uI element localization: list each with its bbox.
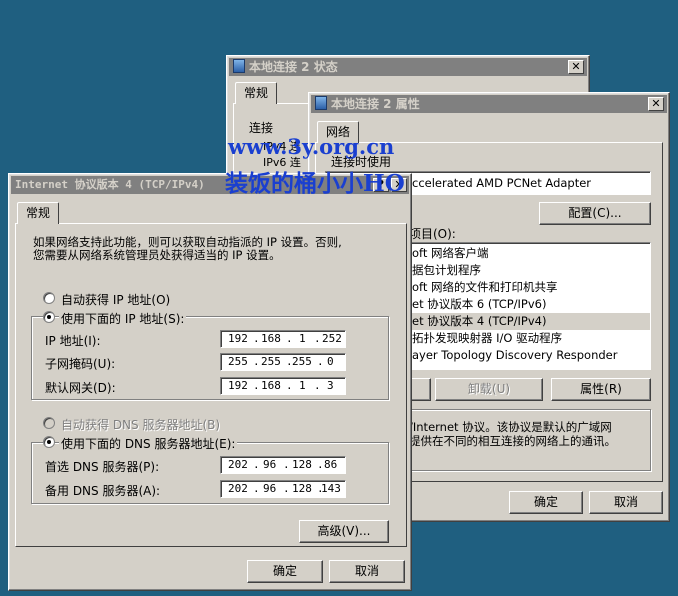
list-item[interactable]: ayer Topology Discovery Responder: [410, 347, 650, 364]
ipv4-title: Internet 协议版本 4 (TCP/IPv4): [15, 178, 205, 191]
auto-ip-label: 自动获得 IP 地址(O): [61, 293, 171, 307]
watermark-url: www.3y.org.cn: [228, 134, 395, 159]
ip-octet-3: 1: [299, 332, 306, 345]
intro-line-2: 您需要从网络系统管理员处获得适当的 IP 设置。: [33, 248, 281, 262]
ipv4-ok-button[interactable]: 确定: [247, 560, 323, 583]
pdns-octet-3: 128: [292, 458, 312, 471]
ip-address-field[interactable]: 192. 168. 1. 252: [220, 330, 346, 348]
list-item[interactable]: oft 网络的文件和打印机共享: [410, 279, 650, 296]
subnet-mask-field[interactable]: 255. 255. 255. 0: [220, 353, 346, 371]
properties-title: 本地连接 2 属性: [331, 97, 420, 111]
status-close-button[interactable]: ✕: [568, 60, 584, 74]
adns-octet-2: 96: [263, 482, 277, 495]
subnet-octet-1: 255: [228, 355, 248, 368]
subnet-label: 子网掩码(U):: [45, 357, 116, 371]
list-item[interactable]: oft 网络客户端: [410, 245, 650, 262]
pdns-octet-4: 86: [324, 458, 338, 471]
list-item-selected[interactable]: et 协议版本 4 (TCP/IPv4): [410, 313, 650, 330]
properties-ok-button[interactable]: 确定: [509, 491, 583, 514]
ipv4-window: Internet 协议版本 4 (TCP/IPv4) ? ✕ 常规 如果网络支持…: [8, 173, 412, 591]
gateway-octet-1: 192: [228, 379, 248, 392]
ip-octet-4: 252: [322, 332, 342, 345]
ip-label: IP 地址(I):: [45, 334, 101, 348]
list-item[interactable]: 拓扑发现映射器 I/O 驱动程序: [410, 330, 650, 347]
manual-ip-label: 使用下面的 IP 地址(S):: [59, 310, 187, 327]
subnet-octet-4: 0: [327, 355, 334, 368]
gateway-octet-2: 168: [261, 379, 281, 392]
manual-ip-radio[interactable]: [43, 311, 55, 323]
subnet-octet-2: 255: [261, 355, 281, 368]
status-title: 本地连接 2 状态: [249, 60, 338, 74]
network-icon: [233, 59, 245, 73]
auto-dns-radio[interactable]: [43, 417, 55, 429]
ip-octet-1: 192: [228, 332, 248, 345]
adns-octet-4: 143: [321, 482, 341, 495]
uninstall-button[interactable]: 卸载(U): [435, 378, 543, 401]
pdns-octet-1: 202: [228, 458, 248, 471]
advanced-button[interactable]: 高级(V)...: [299, 520, 389, 543]
status-titlebar[interactable]: 本地连接 2 状态: [229, 58, 587, 76]
subnet-octet-3: 255: [292, 355, 312, 368]
gateway-label: 默认网关(D):: [45, 381, 116, 395]
network-icon: [315, 96, 327, 110]
preferred-dns-label: 首选 DNS 服务器(P):: [45, 460, 160, 474]
auto-ip-radio[interactable]: [43, 292, 55, 304]
preferred-dns-field[interactable]: 202. 96. 128. 86: [220, 456, 346, 474]
description-line-2: 提供在不同的相互连接的网络上的通讯。: [409, 434, 616, 448]
ip-octet-2: 168: [261, 332, 281, 345]
status-tab-general[interactable]: 常规: [235, 82, 278, 104]
watermark-text: 装饭的桶小小HO: [225, 170, 405, 197]
ipv4-tab-general[interactable]: 常规: [17, 202, 60, 224]
pdns-octet-2: 96: [263, 458, 277, 471]
properties-close-button[interactable]: ✕: [648, 97, 664, 111]
manual-dns-radio[interactable]: [43, 436, 55, 448]
gateway-octet-4: 3: [327, 379, 334, 392]
items-label: 项目(O):: [409, 227, 456, 241]
list-item[interactable]: et 协议版本 6 (TCP/IPv6): [410, 296, 650, 313]
properties-button[interactable]: 属性(R): [551, 378, 651, 401]
configure-button[interactable]: 配置(C)...: [539, 202, 651, 225]
list-item[interactable]: 据包计划程序: [410, 262, 650, 279]
auto-dns-label: 自动获得 DNS 服务器地址(B): [61, 418, 221, 432]
adns-octet-3: 128: [292, 482, 312, 495]
properties-tab-network[interactable]: 网络: [317, 121, 360, 143]
manual-dns-label: 使用下面的 DNS 服务器地址(E):: [59, 435, 238, 452]
adns-octet-1: 202: [228, 482, 248, 495]
ipv4-cancel-button[interactable]: 取消: [329, 560, 405, 583]
gateway-field[interactable]: 192. 168. 1. 3: [220, 377, 346, 395]
alternate-dns-field[interactable]: 202. 96. 128. 143: [220, 480, 346, 498]
alternate-dns-label: 备用 DNS 服务器(A):: [45, 484, 161, 498]
properties-titlebar[interactable]: 本地连接 2 属性: [311, 95, 667, 113]
properties-cancel-button[interactable]: 取消: [589, 491, 663, 514]
gateway-octet-3: 1: [299, 379, 306, 392]
